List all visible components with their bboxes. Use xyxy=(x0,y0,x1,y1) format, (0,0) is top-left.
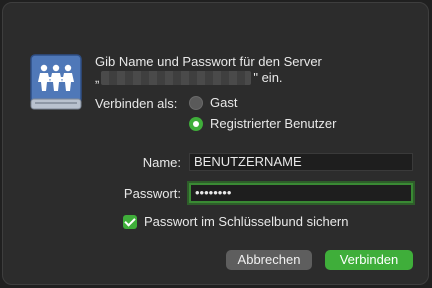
radio-registered-user-label: Registrierter Benutzer xyxy=(210,116,337,131)
checkbox-checked-icon[interactable] xyxy=(123,214,137,229)
prompt-suffix: " ein. xyxy=(253,70,283,85)
keychain-checkbox-row[interactable]: Passwort im Schlüsselbund sichern xyxy=(123,214,348,229)
radio-unselected-icon[interactable] xyxy=(189,95,203,110)
prompt-text: Gib Name und Passwort für den Server xyxy=(95,54,322,69)
name-label: Name: xyxy=(142,155,181,170)
radio-guest-label: Gast xyxy=(210,95,238,110)
network-server-icon xyxy=(30,54,82,110)
cancel-button[interactable]: Abbrechen xyxy=(226,250,312,270)
keychain-label: Passwort im Schlüsselbund sichern xyxy=(144,214,349,229)
name-field[interactable]: BENUTZERNAME xyxy=(189,153,413,171)
open-quote: „ xyxy=(95,70,100,85)
password-field[interactable]: •••••••• xyxy=(189,183,413,203)
connect-dialog: Gib Name und Passwort für den Server „ "… xyxy=(2,2,429,285)
radio-registered-user[interactable]: Registrierter Benutzer xyxy=(189,116,336,131)
radio-selected-icon[interactable] xyxy=(189,116,203,131)
connect-button[interactable]: Verbinden xyxy=(325,250,413,270)
redacted-server-name xyxy=(101,71,252,85)
password-label: Passwort: xyxy=(123,186,181,201)
server-name-line: „ " ein. xyxy=(95,70,283,86)
connect-as-label: Verbinden als: xyxy=(95,96,178,111)
radio-guest[interactable]: Gast xyxy=(189,95,237,110)
